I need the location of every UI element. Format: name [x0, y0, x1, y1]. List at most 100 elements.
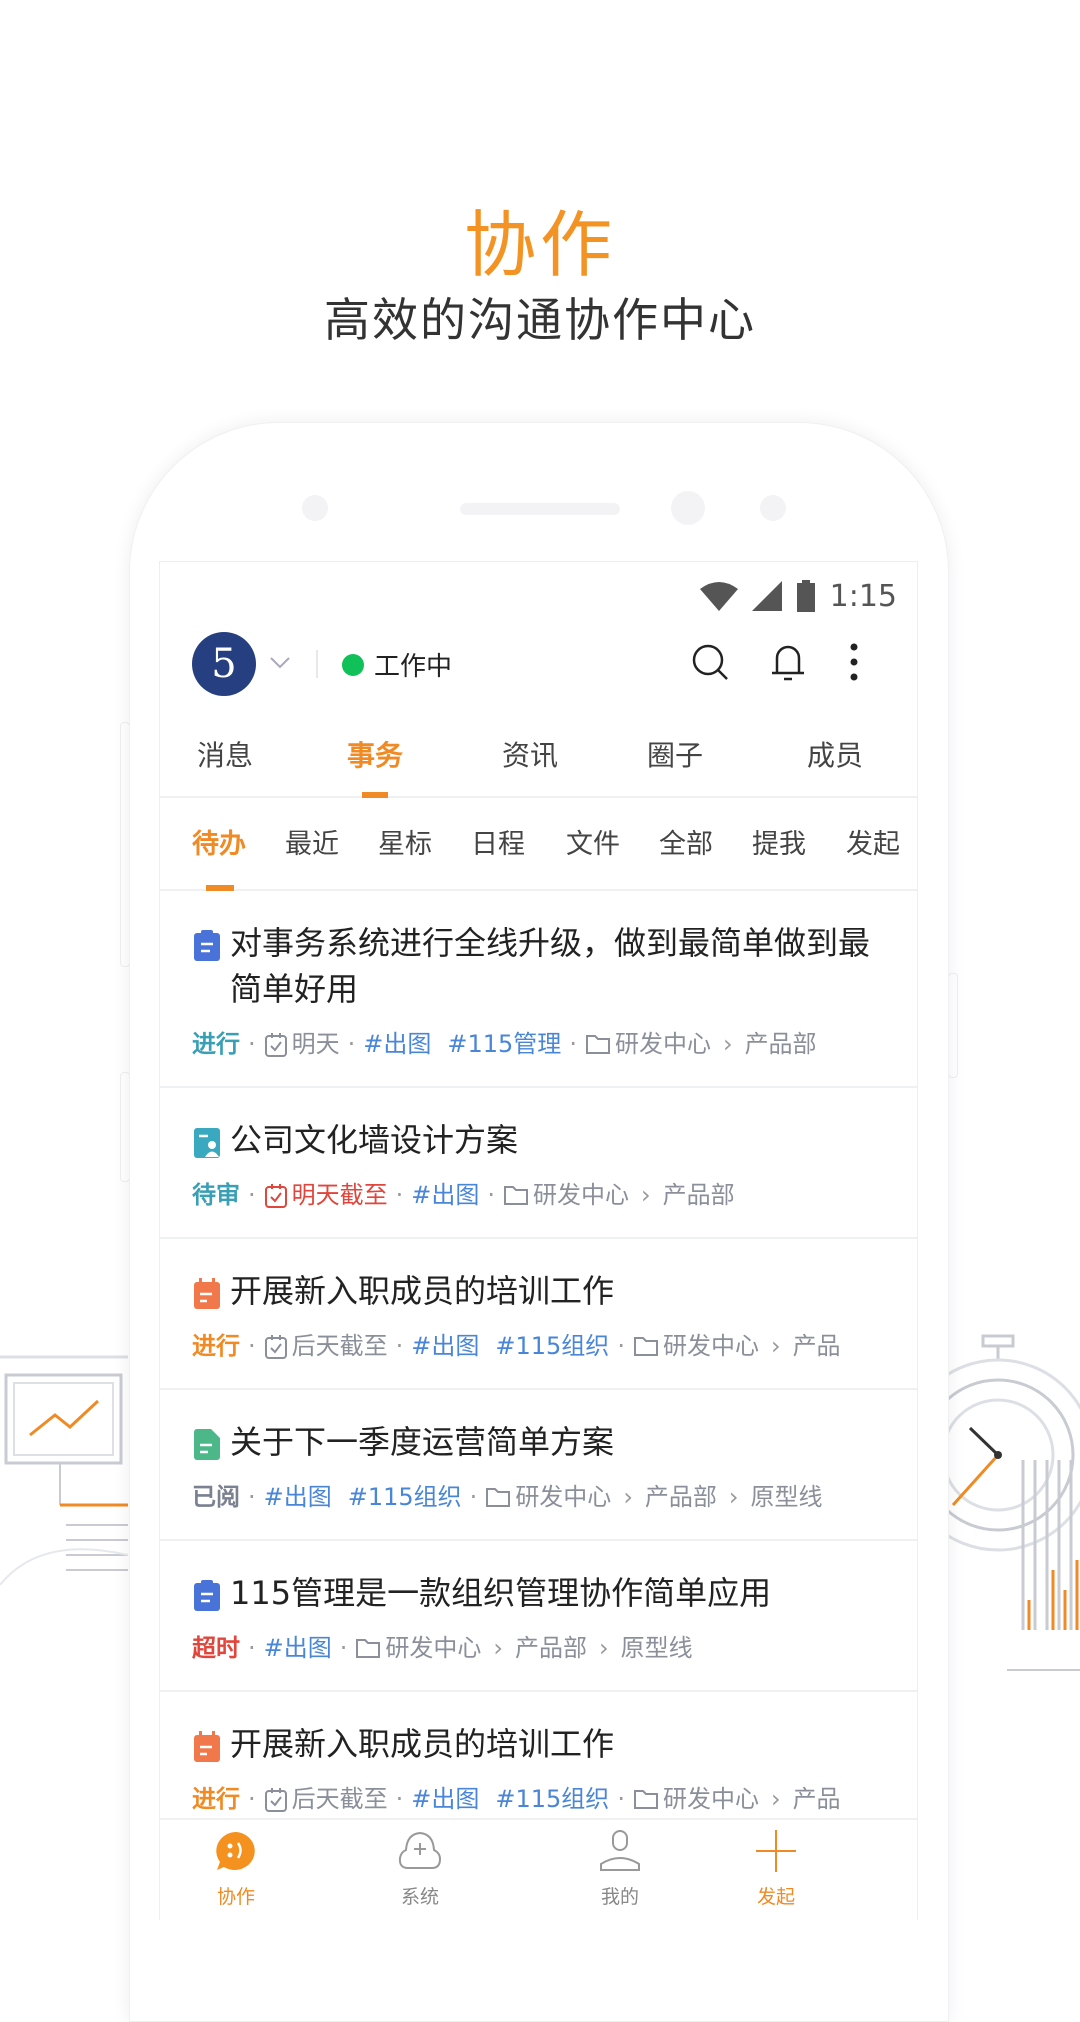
hero-subtitle: 高效的沟通协作中心	[324, 293, 756, 347]
tab-3[interactable]: 圈子	[605, 732, 745, 780]
subtab-1[interactable]: 最近	[285, 822, 339, 861]
tag-link[interactable]: #出图	[363, 1024, 431, 1064]
task-title-row: 开展新入职成员的培训工作	[192, 1721, 885, 1767]
task-title-row: 关于下一季度运营简单方案	[192, 1419, 885, 1465]
list-item[interactable]: 对事务系统进行全线升级，做到最简单做到最简单好用 进行 · 明天 · #出图 #115管理 ·…	[160, 891, 917, 1088]
due-date-icon	[264, 1184, 287, 1208]
task-title[interactable]: 公司文化墙设计方案	[230, 1117, 518, 1163]
due-text: 明天截至	[291, 1181, 388, 1209]
tag-link[interactable]: #出图	[411, 1779, 479, 1819]
tab-2[interactable]: 资讯	[460, 732, 600, 780]
separator-dot: ·	[339, 1634, 348, 1662]
nav-user[interactable]: 我的	[560, 1828, 680, 1909]
subtab-6[interactable]: 提我	[752, 822, 806, 861]
task-title[interactable]: 开展新入职成员的培训工作	[230, 1268, 614, 1314]
path-segment: 原型线	[750, 1483, 823, 1511]
camera	[671, 491, 705, 525]
status-dot	[342, 654, 364, 676]
nav-label: 系统	[400, 1886, 439, 1908]
separator-dot: ·	[395, 1332, 404, 1360]
nav-plus[interactable]: 发起	[716, 1828, 836, 1909]
subtab-7[interactable]: 发起	[846, 822, 900, 861]
chevron-right-icon: ›	[623, 1483, 633, 1511]
due-text: 后天截至	[291, 1332, 388, 1360]
path-segment: 产品部	[662, 1181, 735, 1209]
separator-dot: ·	[347, 1030, 356, 1058]
path-segment: 研发中心	[662, 1332, 759, 1360]
more-icon[interactable]	[848, 642, 860, 682]
tag-link[interactable]: #115组织	[495, 1779, 609, 1819]
folder-icon	[486, 1488, 511, 1507]
task-meta: 已阅 · #出图 #115组织 · 研发中心 › 产品部 › 原型线	[192, 1477, 885, 1517]
app-header: 5 工作中	[160, 632, 917, 696]
subtab-4[interactable]: 文件	[566, 822, 620, 861]
speaker	[460, 503, 620, 515]
tag-link[interactable]: #115组织	[495, 1326, 609, 1366]
bell-icon[interactable]	[768, 642, 808, 682]
avatar[interactable]: 5	[192, 632, 256, 696]
tag-link[interactable]: #115组织	[348, 1477, 462, 1517]
tab-0[interactable]: 消息	[160, 732, 295, 780]
search-icon[interactable]	[690, 642, 730, 682]
task-title-row: 开展新入职成员的培训工作	[192, 1268, 885, 1314]
separator-dot: ·	[395, 1181, 404, 1209]
subtab-0[interactable]: 待办	[192, 822, 246, 861]
chevron-right-icon: ›	[599, 1634, 609, 1662]
list-item[interactable]: 开展新入职成员的培训工作 进行 · 后天截至 · #出图 #115组织 · 研发中心 › 产品	[160, 1239, 917, 1390]
status-label: 已阅	[192, 1483, 240, 1511]
work-status[interactable]: 工作中	[374, 646, 452, 683]
due-date: 后天截至	[264, 1779, 388, 1819]
subtab-2[interactable]: 星标	[378, 822, 432, 861]
due-date-icon	[264, 1033, 287, 1057]
document-icon	[194, 1429, 220, 1460]
nav-label: 我的	[600, 1886, 639, 1908]
tag-link[interactable]: #出图	[264, 1477, 332, 1517]
task-title[interactable]: 115管理是一款组织管理协作简单应用	[230, 1570, 771, 1616]
hero-title: 协作	[463, 203, 616, 287]
path-segment: 研发中心	[385, 1634, 482, 1662]
sensor	[760, 495, 786, 521]
user-icon	[600, 1830, 640, 1871]
chevron-right-icon: ›	[722, 1030, 733, 1058]
list-item[interactable]: 关于下一季度运营简单方案 已阅 · #出图 #115组织 · 研发中心 › 产品部 › 原型线	[160, 1390, 917, 1541]
chevron-right-icon: ›	[493, 1634, 503, 1662]
path-segment: 研发中心	[533, 1181, 630, 1209]
nav-label: 发起	[756, 1886, 795, 1908]
wifi-icon	[699, 582, 738, 611]
separator-dot: ·	[395, 1785, 404, 1813]
tab-1[interactable]: 事务	[305, 732, 445, 780]
subtab-3[interactable]: 日程	[471, 822, 525, 861]
nav-cloud-plus[interactable]: 系统	[360, 1828, 480, 1909]
status-label: 进行	[192, 1332, 240, 1360]
tag-link[interactable]: #出图	[411, 1175, 479, 1215]
separator-dot: ·	[248, 1634, 256, 1662]
separator-dot: ·	[469, 1483, 478, 1511]
tag-link[interactable]: #出图	[264, 1628, 332, 1668]
task-list: 对事务系统进行全线升级，做到最简单做到最简单好用 进行 · 明天 · #出图 #115管理 ·…	[160, 891, 917, 1843]
list-item[interactable]: 公司文化墙设计方案 待审 · 明天截至 · #出图 · 研发中心 › 产品部	[160, 1088, 917, 1239]
separator-dot: ·	[248, 1030, 256, 1058]
subtab-5[interactable]: 全部	[659, 822, 713, 861]
sub-tabs: 待办 最近 星标 日程 文件 全部 提我 发起	[160, 798, 917, 891]
chevron-down-icon[interactable]	[268, 650, 292, 674]
tab-4[interactable]: 成员	[765, 732, 905, 780]
folder-icon	[504, 1186, 529, 1205]
nav-chat-bubble[interactable]: 协作	[176, 1828, 296, 1909]
path-segment: 研发中心	[515, 1483, 612, 1511]
task-title[interactable]: 对事务系统进行全线升级，做到最简单做到最简单好用	[230, 920, 885, 1012]
path-segment: 产品	[792, 1785, 841, 1813]
review-doc-icon	[194, 1128, 220, 1158]
bottom-nav: 协作 系统 我的 发起	[160, 1818, 917, 1920]
task-title[interactable]: 关于下一季度运营简单方案	[230, 1419, 614, 1465]
status-label: 进行	[192, 1030, 240, 1058]
list-item[interactable]: 115管理是一款组织管理协作简单应用 超时 · #出图 · 研发中心 › 产品部 › 原型线	[160, 1541, 917, 1692]
side-button-right	[948, 973, 958, 1078]
task-title[interactable]: 开展新入职成员的培训工作	[230, 1721, 614, 1767]
task-meta: 超时 · #出图 · 研发中心 › 产品部 › 原型线	[192, 1628, 885, 1668]
tag-link[interactable]: #115管理	[447, 1024, 561, 1064]
separator-dot: ·	[248, 1181, 256, 1209]
due-date-icon	[264, 1788, 287, 1812]
due-date: 明天截至	[264, 1175, 388, 1215]
path-segment: 产品部	[644, 1483, 717, 1511]
tag-link[interactable]: #出图	[411, 1326, 479, 1366]
